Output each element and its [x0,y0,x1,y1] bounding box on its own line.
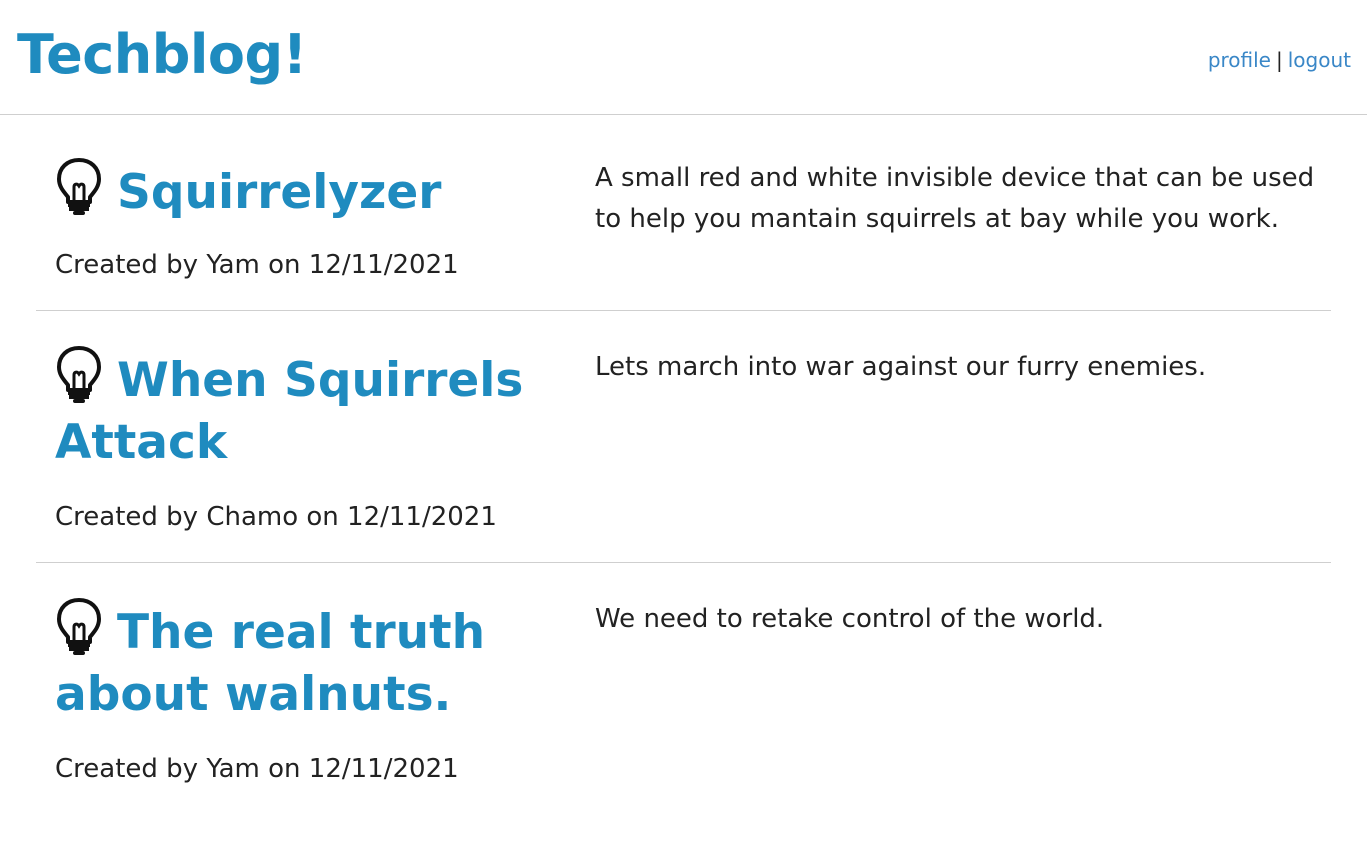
post-card: The real truth about walnuts. Created by… [36,563,1331,823]
post-meta: Created by Yam on 12/11/2021 [55,250,459,280]
post-card: When Squirrels Attack Created by Chamo o… [36,311,1331,563]
post-title-text: Squirrelyzer [117,165,442,220]
lightbulb-icon [57,598,101,655]
post-card: Squirrelyzer Created by Yam on 12/11/202… [36,115,1331,311]
profile-link[interactable]: profile [1208,48,1271,72]
post-meta: Created by Chamo on 12/11/2021 [55,502,497,532]
lightbulb-icon [57,158,101,215]
post-body: We need to retake control of the world. [595,604,1105,634]
top-nav: profile | logout [1208,47,1351,73]
site-header: Techblog! profile | logout [0,0,1367,115]
post-meta: Created by Yam on 12/11/2021 [55,754,459,784]
lightbulb-icon [57,346,101,403]
site-title[interactable]: Techblog! [17,22,307,88]
logout-link[interactable]: logout [1288,48,1351,72]
post-body: Lets march into war against our furry en… [595,352,1207,382]
post-title-text: The real truth about walnuts. [55,605,486,722]
nav-separator: | [1276,48,1283,72]
post-title-link[interactable]: Squirrelyzer [55,157,525,224]
post-title-link[interactable]: The real truth about walnuts. [55,597,525,726]
post-title-link[interactable]: When Squirrels Attack [55,345,525,474]
post-title-text: When Squirrels Attack [55,353,524,470]
post-body: A small red and white invisible device t… [595,163,1315,234]
